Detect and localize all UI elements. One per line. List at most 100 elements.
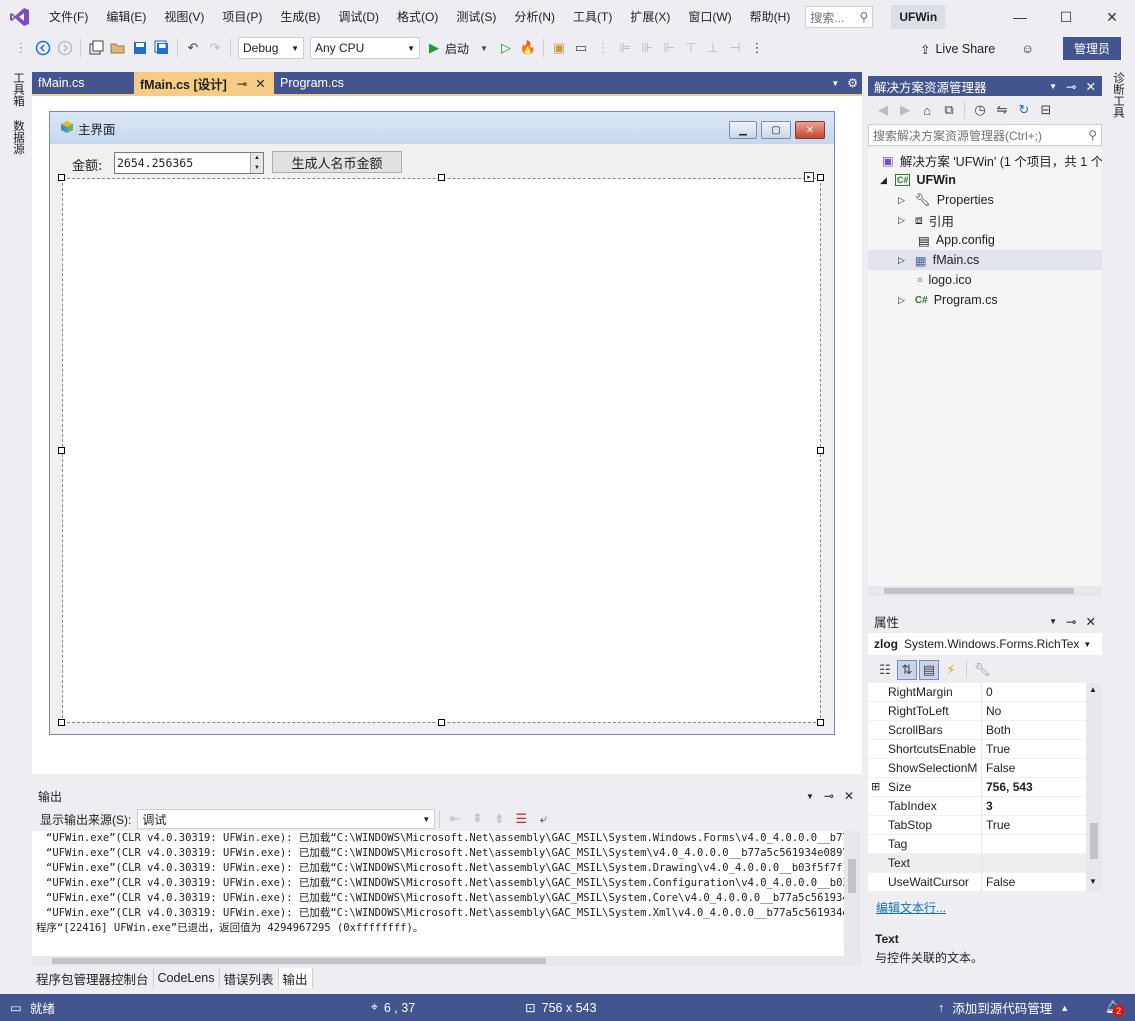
- form-minimize-icon[interactable]: ▁: [729, 121, 757, 139]
- spin-down-icon[interactable]: ▼: [250, 163, 263, 173]
- spin-up-icon[interactable]: ▲: [250, 153, 263, 163]
- undo-icon[interactable]: ↶: [183, 38, 203, 58]
- platform-select[interactable]: Any CPU ▼: [310, 37, 420, 59]
- chevron-up-icon[interactable]: ▲: [1060, 1003, 1069, 1013]
- menu-help[interactable]: 帮助(H): [741, 0, 800, 34]
- sync-icon[interactable]: ⇋: [992, 100, 1012, 120]
- properties-vertical-scrollbar[interactable]: ▲ ▼: [1086, 683, 1102, 891]
- layout-icon[interactable]: ▭: [571, 38, 591, 58]
- save-icon[interactable]: [130, 38, 150, 58]
- resize-handle[interactable]: [58, 719, 65, 726]
- edit-text-lines-link[interactable]: 编辑文本行...: [876, 899, 946, 916]
- tree-item-logo[interactable]: ▫ logo.ico: [918, 270, 972, 290]
- tab-fmain-code[interactable]: fMain.cs: [32, 72, 134, 94]
- chevron-down-icon[interactable]: ▼: [474, 38, 494, 58]
- collapse-all-icon[interactable]: ⊟: [1036, 100, 1056, 120]
- form-close-icon[interactable]: ✕: [795, 121, 825, 139]
- alphabetical-icon[interactable]: ⇅: [897, 660, 917, 680]
- chevron-down-icon[interactable]: ▼: [806, 792, 814, 801]
- menu-search-input[interactable]: 搜索... ⚲: [805, 6, 874, 28]
- datasource-tab[interactable]: 数据源: [10, 120, 26, 155]
- feedback-icon[interactable]: ☺: [1021, 42, 1034, 56]
- property-row[interactable]: TabStop True: [868, 815, 1086, 835]
- settings-gear-icon[interactable]: ⚙: [847, 76, 858, 90]
- menu-file[interactable]: 文件(F): [40, 0, 97, 34]
- new-project-icon[interactable]: [86, 38, 106, 58]
- menu-build[interactable]: 生成(B): [271, 0, 329, 34]
- property-row[interactable]: ShowSelectionM False: [868, 758, 1086, 778]
- tab-codelens[interactable]: CodeLens: [154, 968, 220, 988]
- properties-object-select[interactable]: zlog System.Windows.Forms.RichTex ▼: [868, 633, 1102, 655]
- notifications-bell-icon[interactable]: 🔔︎2: [1105, 1000, 1125, 1017]
- property-value[interactable]: 756, 543: [982, 780, 1033, 794]
- property-row[interactable]: ShortcutsEnable True: [868, 739, 1086, 759]
- menu-extensions[interactable]: 扩展(X): [621, 0, 679, 34]
- home-icon[interactable]: ⌂: [917, 100, 937, 120]
- menu-format[interactable]: 格式(O): [388, 0, 447, 34]
- pin-icon[interactable]: ⊸: [1066, 614, 1076, 629]
- open-folder-icon[interactable]: [108, 38, 128, 58]
- close-icon[interactable]: ✕: [1089, 0, 1135, 34]
- property-row[interactable]: Text: [868, 853, 1086, 873]
- pin-icon[interactable]: ⊸: [824, 789, 834, 803]
- output-vertical-scrollbar[interactable]: [844, 831, 860, 956]
- resize-handle[interactable]: [817, 719, 824, 726]
- solution-explorer-search[interactable]: 搜索解决方案资源管理器(Ctrl+;) ⚲: [868, 124, 1102, 146]
- minimize-icon[interactable]: —: [997, 0, 1043, 34]
- toolbox-tab[interactable]: 工具箱: [10, 72, 26, 107]
- amount-numeric-input[interactable]: 2654.256365: [114, 152, 264, 174]
- tab-fmain-designer[interactable]: fMain.cs [设计] ⊸ ✕: [134, 72, 274, 94]
- property-row[interactable]: RightToLeft No: [868, 701, 1086, 721]
- live-share-button[interactable]: ⇪ Live Share ☺: [920, 40, 1034, 58]
- save-all-icon[interactable]: [152, 38, 172, 58]
- property-value[interactable]: 0: [982, 685, 993, 699]
- zlog-richtextbox[interactable]: [62, 178, 821, 723]
- expand-icon[interactable]: ⊞: [871, 780, 880, 793]
- property-value[interactable]: False: [982, 761, 1015, 775]
- property-row[interactable]: TabIndex 3: [868, 796, 1086, 816]
- word-wrap-icon[interactable]: ⤶: [533, 809, 553, 829]
- switch-views-icon[interactable]: ⧉: [939, 100, 959, 120]
- events-icon[interactable]: ⚡: [941, 660, 961, 680]
- add-source-control-button[interactable]: 添加到源代码管理: [952, 998, 1052, 1017]
- menu-view[interactable]: 视图(V): [155, 0, 213, 34]
- output-text-area[interactable]: “UFWin.exe”(CLR v4.0.30319: UFWin.exe): …: [32, 831, 844, 956]
- property-value[interactable]: No: [982, 704, 1001, 718]
- collapsed-arrow-icon[interactable]: ▷: [898, 195, 905, 206]
- diagnostics-tab[interactable]: 诊断工具: [1110, 72, 1126, 118]
- solution-horizontal-scrollbar[interactable]: [868, 586, 1102, 596]
- tab-output[interactable]: 输出: [278, 968, 313, 988]
- menu-test[interactable]: 测试(S): [447, 0, 505, 34]
- form-maximize-icon[interactable]: ▢: [761, 121, 791, 139]
- menu-project[interactable]: 项目(P): [213, 0, 271, 34]
- clear-all-icon[interactable]: ☰: [511, 809, 531, 829]
- maximize-icon[interactable]: ☐: [1043, 0, 1089, 34]
- property-row[interactable]: Size 756, 543 ⊞: [868, 777, 1086, 797]
- tree-item-properties[interactable]: ▷ 🔧︎ Properties: [898, 190, 994, 210]
- properties-view-icon[interactable]: ▤: [919, 660, 939, 680]
- chevron-down-icon[interactable]: ▼: [1049, 617, 1057, 626]
- hot-reload-icon[interactable]: 🔥: [518, 38, 538, 58]
- tab-error-list[interactable]: 错误列表: [220, 968, 279, 988]
- property-value[interactable]: True: [982, 742, 1010, 756]
- close-icon[interactable]: ✕: [844, 789, 854, 803]
- smart-tag-icon[interactable]: ▸: [804, 172, 814, 182]
- property-row[interactable]: UseWaitCursor False: [868, 872, 1086, 892]
- property-value[interactable]: 3: [982, 799, 993, 813]
- close-icon[interactable]: ✕: [1086, 79, 1096, 94]
- property-value[interactable]: Both: [982, 723, 1011, 737]
- scroll-down-icon[interactable]: ▼: [1089, 877, 1097, 886]
- navigate-forward-icon[interactable]: [55, 38, 75, 58]
- pending-changes-icon[interactable]: ◷: [970, 100, 990, 120]
- tab-program[interactable]: Program.cs: [274, 72, 374, 94]
- chevron-down-icon[interactable]: ▼: [1049, 82, 1057, 91]
- categorized-icon[interactable]: ☷: [875, 660, 895, 680]
- menu-analyze[interactable]: 分析(N): [505, 0, 564, 34]
- tree-item-fmain[interactable]: ▷ ▦ fMain.cs: [868, 250, 1102, 270]
- resize-handle[interactable]: [58, 447, 65, 454]
- menu-tools[interactable]: 工具(T): [564, 0, 621, 34]
- configuration-select[interactable]: Debug ▼: [238, 37, 304, 59]
- start-debug-icon[interactable]: ▶: [424, 38, 444, 58]
- close-tab-icon[interactable]: ✕: [255, 76, 265, 91]
- property-row[interactable]: Tag: [868, 834, 1086, 854]
